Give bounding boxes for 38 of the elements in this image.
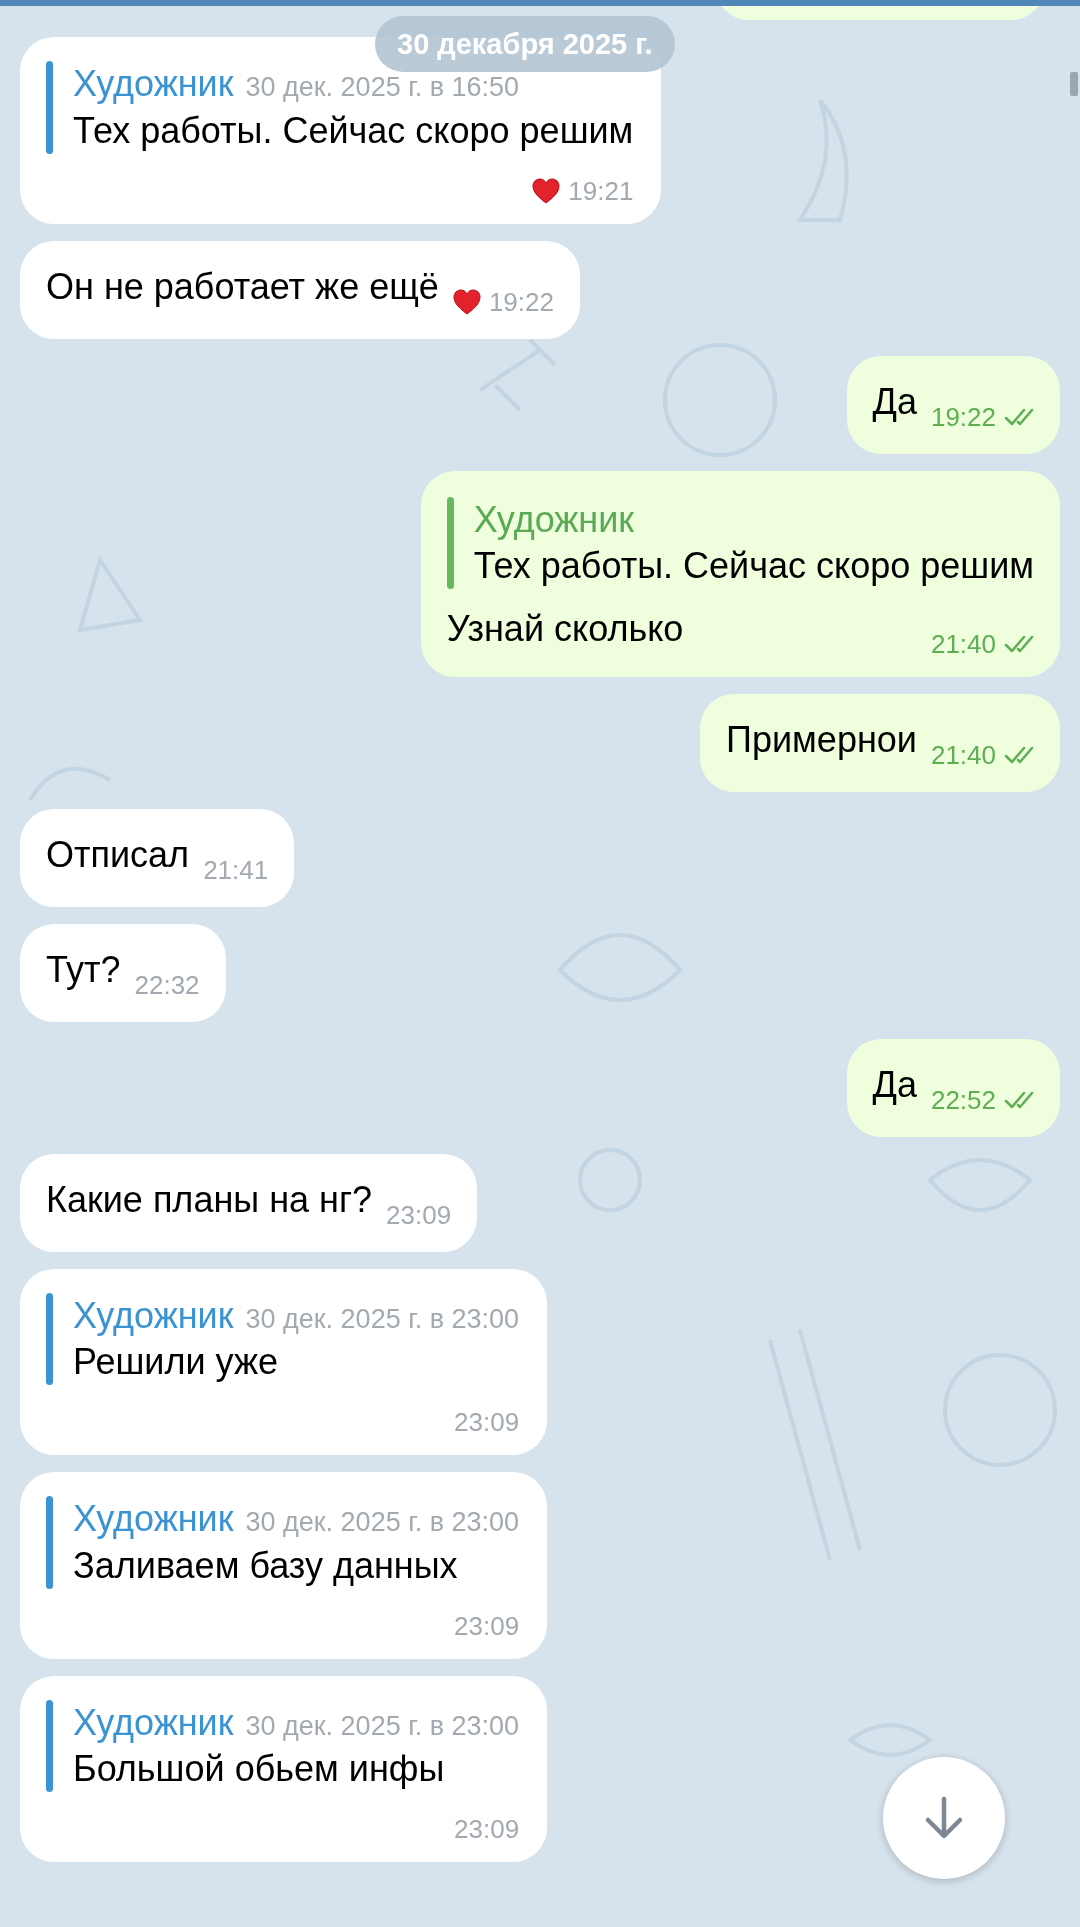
message-time: 19:22 (488, 286, 554, 317)
quoted-text: Большой обьем инфы (73, 1747, 446, 1791)
message-time: 23:09 (386, 1199, 452, 1230)
message-text: Да (872, 1062, 917, 1107)
sender-name: Художник (73, 1293, 234, 1338)
message-time: 19:22 (930, 401, 996, 432)
sender-name: Художник (473, 497, 635, 542)
sender-name: Художник (73, 62, 234, 106)
message-time: 22:52 (930, 1084, 996, 1115)
message-time: 22:32 (134, 969, 200, 1000)
message-text: Отписал (46, 832, 190, 877)
message-text: Какие планы на нг? (46, 1177, 373, 1222)
message-time: 19:21 (568, 175, 634, 206)
message-text: Он не работает же ещё (46, 264, 439, 309)
message-text: Да (872, 379, 917, 424)
quoted-text: Тех работы. Сейчас скоро решим (73, 108, 634, 153)
message-text: Узнай сколько (446, 606, 684, 651)
quote-date: 30 дек. 2025 г. в 23:00 (245, 1709, 520, 1743)
message-time: 21:40 (930, 628, 996, 659)
message-time: 23:09 (454, 1407, 520, 1437)
quoted-text: Решили уже (73, 1340, 280, 1384)
date-badge: 30 декабря 2025 г. (375, 16, 675, 72)
arrow-down-icon (924, 1796, 964, 1840)
message-text: Примернои (726, 717, 917, 762)
sender-name: Художник (73, 1700, 234, 1745)
message-time: 21:40 (930, 739, 996, 770)
message-time: 21:41 (203, 854, 269, 885)
message-text: Тут? (46, 947, 121, 992)
quoted-text: Тех работы. Сейчас скоро решим (473, 543, 1034, 588)
sender-name: Художник (73, 1497, 234, 1541)
quote-date: 30 дек. 2025 г. в 23:00 (245, 1506, 520, 1539)
scroll-down-button[interactable] (883, 1757, 1005, 1879)
quoted-text: Заливаем базу данных (73, 1543, 459, 1588)
quote-date: 30 дек. 2025 г. в 23:00 (245, 1302, 520, 1336)
quote-date: 30 дек. 2025 г. в 16:50 (245, 71, 520, 104)
scroll-thumb[interactable] (1070, 72, 1078, 96)
message-time: 23:09 (454, 1814, 520, 1844)
message-time: 23:09 (454, 1610, 520, 1641)
